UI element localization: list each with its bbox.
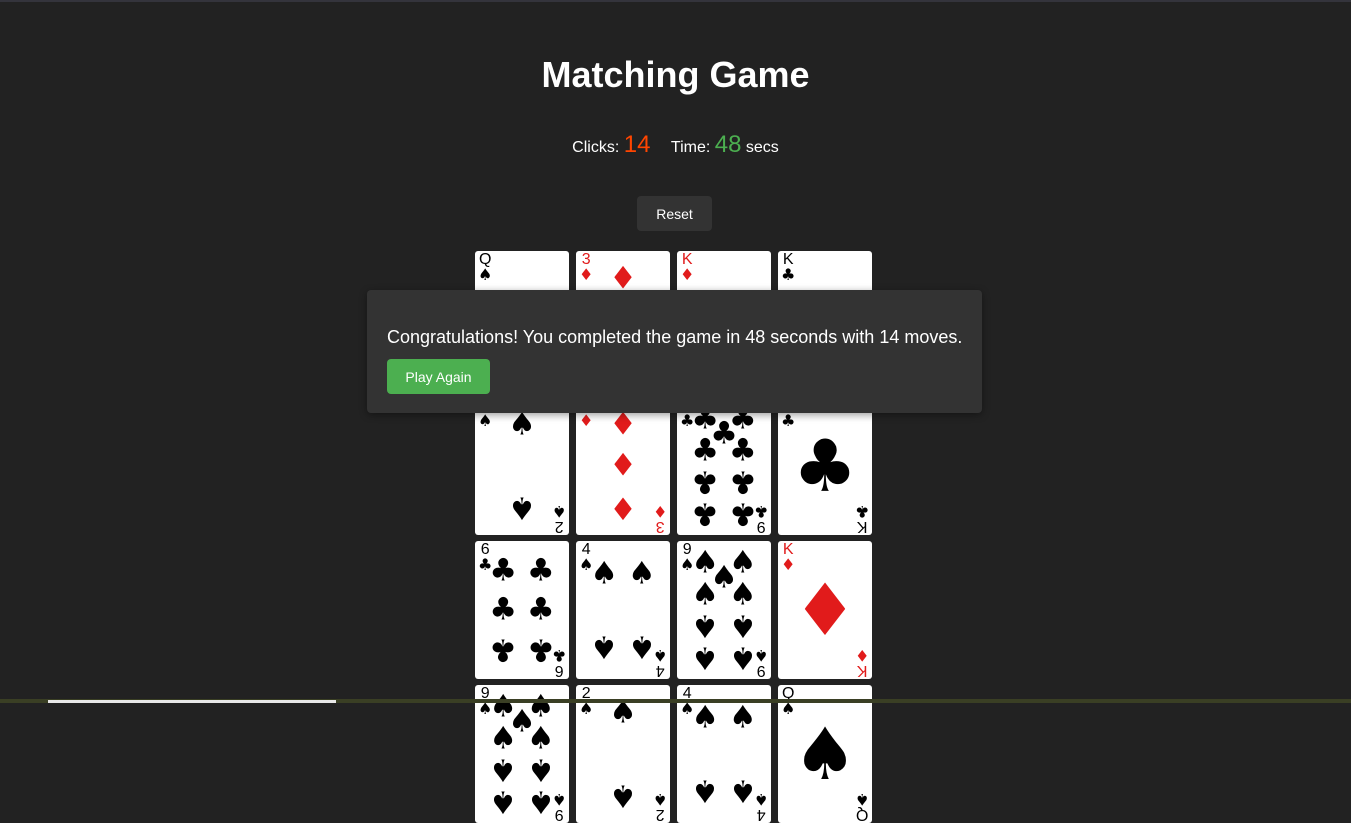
card-corner-index: K♣ xyxy=(855,502,869,535)
play-again-button[interactable]: Play Again xyxy=(387,359,490,394)
spades-pip-icon: ♠ xyxy=(508,489,536,526)
spades-pip-icon: ♠ xyxy=(627,628,656,665)
spades-pip-icon: ♠ xyxy=(590,555,619,592)
spades-pip-icon: ♠ xyxy=(489,751,518,788)
playing-card[interactable]: 6 ♣ 6 ♣ ♣ ♣ ♣ ♣ ♣ ♣ xyxy=(475,541,569,679)
playing-card[interactable]: 9 ♠ 9 ♠ ♠ ♠ ♠ ♠ ♠ ♠ ♠ ♠ ♠ xyxy=(677,541,771,679)
spades-pip-icon: ♠ xyxy=(489,783,518,820)
clubs-pip-icon: ♣ xyxy=(489,552,518,589)
card-rank: 4 xyxy=(756,806,766,823)
spades-pip-icon: ♠ xyxy=(590,628,619,665)
playing-card[interactable]: 9♣9♣♣♣♣♣♣♣♣♣♣ xyxy=(677,397,771,535)
playing-card[interactable]: K♦K♦♦ xyxy=(778,541,872,679)
card-corner-index: 3♦ xyxy=(652,502,667,535)
card-rank: K xyxy=(856,518,868,535)
card-rank: 3 xyxy=(655,518,665,535)
spades-suit-icon: ♠ xyxy=(478,411,493,430)
card-corner-index: 2♠ xyxy=(551,502,566,535)
diamonds-suit-icon: ♦ xyxy=(579,411,594,430)
page-title: Matching Game xyxy=(541,54,810,95)
diamonds-pip-icon: ♦ xyxy=(609,406,637,443)
spades-pip-icon: ♠ xyxy=(526,783,555,820)
diamonds-suit-icon: ♦ xyxy=(579,265,594,284)
clubs-pip-icon: ♣ xyxy=(489,591,518,628)
playing-card[interactable]: 4 ♠ 4 ♠ ♠ ♠ ♠ ♠ xyxy=(576,541,670,679)
card-rank: Q xyxy=(855,806,869,823)
clubs-face-icon: ♣ xyxy=(792,424,858,508)
clubs-pip-icon: ♣ xyxy=(526,631,555,668)
playing-card[interactable]: 2♠2♠♠♠ xyxy=(576,685,670,823)
spades-pip-icon: ♠ xyxy=(728,699,757,736)
spades-suit-icon: ♠ xyxy=(652,790,667,809)
clubs-pip-icon: ♣ xyxy=(728,495,757,532)
spades-suit-icon: ♠ xyxy=(551,502,566,521)
card-rank: 4 xyxy=(655,662,665,679)
card-corner-index: K♦ xyxy=(855,646,869,679)
congratulations-modal: Congratulations! You completed the game … xyxy=(367,290,982,413)
spades-pip-icon: ♠ xyxy=(691,639,720,676)
playing-card[interactable]: 3♦3♦♦♦♦ xyxy=(576,397,670,535)
spades-suit-icon: ♠ xyxy=(579,699,594,718)
card-rank: K xyxy=(856,662,868,679)
spades-pip-icon: ♠ xyxy=(728,639,757,676)
top-border xyxy=(0,0,1351,2)
clicks-label: Clicks: xyxy=(572,139,620,156)
spades-pip-icon: ♠ xyxy=(508,703,536,740)
spades-pip-icon: ♠ xyxy=(627,555,656,592)
playing-card[interactable]: 2♠2♠♠♠ xyxy=(475,397,569,535)
spades-pip-icon: ♠ xyxy=(609,777,637,814)
playing-card[interactable]: K♣K♣♣ xyxy=(778,397,872,535)
clubs-pip-icon: ♣ xyxy=(691,463,720,500)
spades-pip-icon: ♠ xyxy=(691,772,720,809)
spades-pip-icon: ♠ xyxy=(508,406,536,443)
clubs-pip-icon: ♣ xyxy=(728,463,757,500)
diamonds-suit-icon: ♦ xyxy=(652,502,667,521)
time-label: Time: xyxy=(670,139,711,156)
spades-pip-icon: ♠ xyxy=(728,772,757,809)
clicks-count: 14 xyxy=(623,131,651,158)
spades-face-icon: ♠ xyxy=(792,712,858,796)
spades-suit-icon: ♠ xyxy=(781,699,796,718)
spades-pip-icon: ♠ xyxy=(691,607,720,644)
reset-button[interactable]: Reset xyxy=(637,196,712,231)
clubs-pip-icon: ♣ xyxy=(691,495,720,532)
time-count: 48 xyxy=(714,131,742,158)
card-corner-index: 2♠ xyxy=(652,790,667,823)
card-rank: 2 xyxy=(655,806,665,823)
time-stat: Time: 48 secs xyxy=(671,131,779,159)
card-corner-index: Q♠ xyxy=(854,790,869,823)
card-rank: 2 xyxy=(554,518,564,535)
clubs-pip-icon: ♣ xyxy=(526,591,555,628)
diamonds-pip-icon: ♦ xyxy=(609,489,637,526)
clubs-pip-icon: ♣ xyxy=(710,415,738,452)
playing-card[interactable]: 4 ♠ 4 ♠ ♠ ♠ ♠ ♠ xyxy=(677,685,771,823)
diamonds-pip-icon: ♦ xyxy=(609,447,637,484)
clicks-stat: Clicks: 14 xyxy=(572,131,650,159)
stats-bar: Clicks: 14 Time: 48 secs xyxy=(0,131,1351,159)
card-corner-index: 3♦ xyxy=(579,252,594,284)
spades-pip-icon: ♠ xyxy=(691,699,720,736)
time-unit: secs xyxy=(745,139,779,156)
diamonds-face-icon: ♦ xyxy=(792,568,858,652)
playing-card[interactable]: 9 ♠ 9 ♠ ♠ ♠ ♠ ♠ ♠ ♠ ♠ ♠ ♠ xyxy=(475,685,569,823)
playing-card[interactable]: Q♠Q♠♠ xyxy=(778,685,872,823)
spades-pip-icon: ♠ xyxy=(710,559,738,596)
horizontal-scrollbar[interactable] xyxy=(0,699,1351,703)
clubs-pip-icon: ♣ xyxy=(526,552,555,589)
spades-pip-icon: ♠ xyxy=(728,607,757,644)
spades-suit-icon: ♠ xyxy=(854,790,869,809)
clubs-pip-icon: ♣ xyxy=(489,631,518,668)
spades-pip-icon: ♠ xyxy=(526,751,555,788)
congratulations-message: Congratulations! You completed the game … xyxy=(387,327,963,347)
